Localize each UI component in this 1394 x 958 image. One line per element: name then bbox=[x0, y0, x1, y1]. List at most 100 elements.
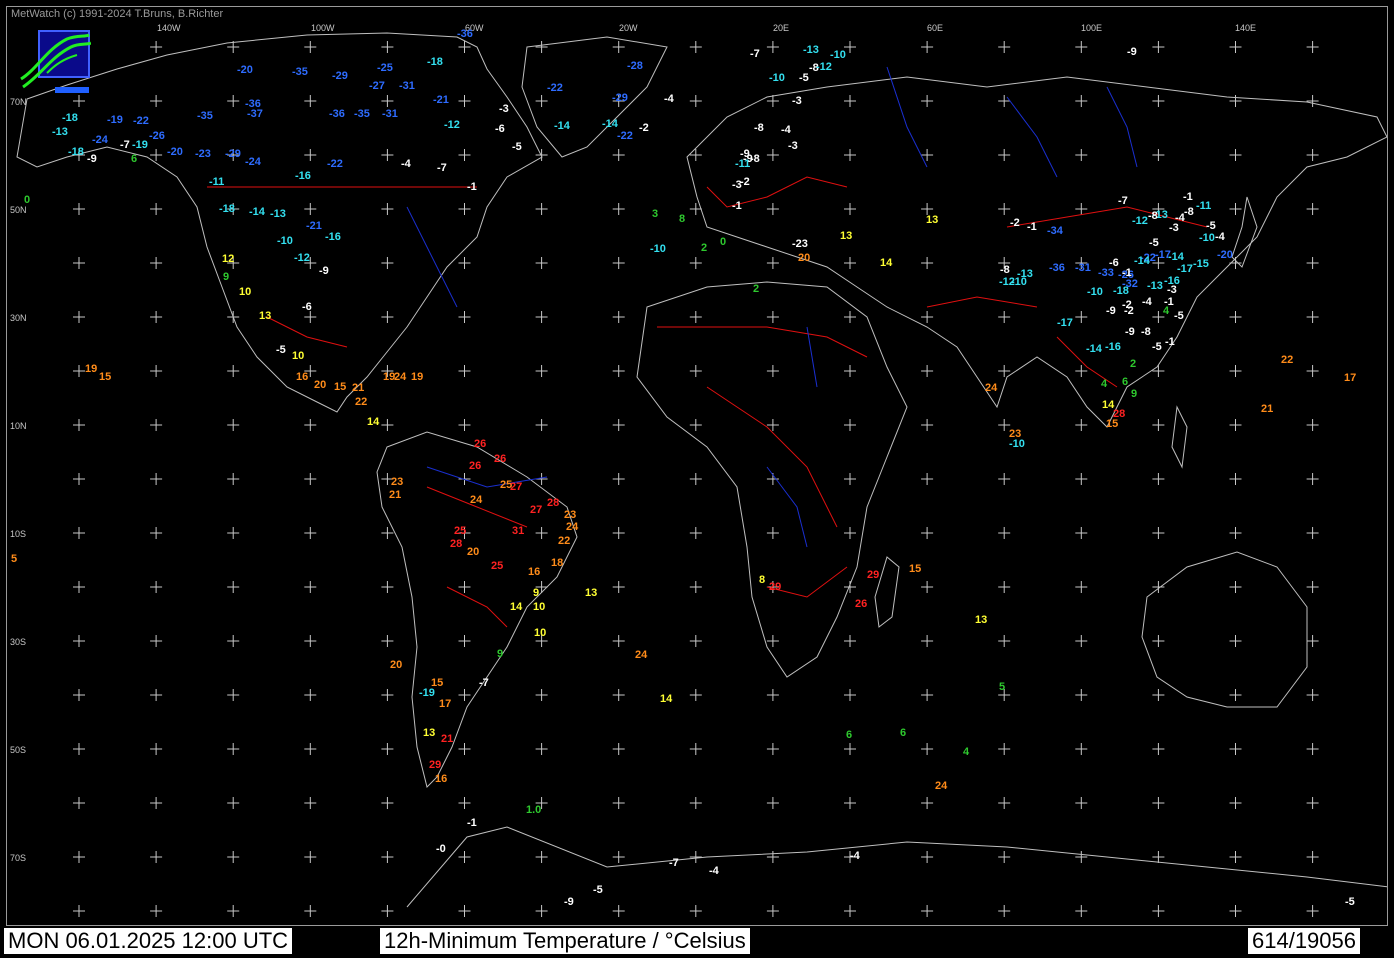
grid-cross bbox=[1306, 905, 1319, 917]
temperature-reading: -22 bbox=[617, 130, 633, 142]
grid-cross bbox=[612, 581, 625, 593]
grid-cross bbox=[150, 365, 163, 377]
grid-cross bbox=[921, 473, 934, 485]
temperature-reading: 3 bbox=[652, 208, 658, 220]
temperature-reading: -1 bbox=[467, 181, 477, 193]
grid-cross bbox=[612, 311, 625, 323]
temperature-reading: 22 bbox=[355, 396, 367, 408]
temperature-reading: 16 bbox=[435, 773, 447, 785]
temperature-reading: 27 bbox=[510, 481, 522, 493]
temperature-reading: 5 bbox=[999, 681, 1005, 693]
grid-cross bbox=[73, 797, 85, 809]
temperature-reading: -16 bbox=[295, 170, 311, 182]
grid-cross bbox=[612, 527, 625, 539]
longitude-label: 100E bbox=[1081, 23, 1102, 33]
temperature-reading: -18 bbox=[68, 146, 84, 158]
longitude-label: 100W bbox=[311, 23, 335, 33]
temperature-reading: 9 bbox=[223, 271, 229, 283]
grid-cross bbox=[612, 797, 625, 809]
grid-cross bbox=[1152, 95, 1165, 107]
temperature-reading: 14 bbox=[510, 601, 523, 613]
grid-cross bbox=[1075, 581, 1088, 593]
temperature-reading: -14 bbox=[1086, 343, 1103, 355]
grid-cross bbox=[150, 149, 163, 161]
temperature-reading: -8 bbox=[1184, 206, 1194, 218]
temperature-reading: -4 bbox=[709, 865, 720, 877]
grid-cross bbox=[612, 365, 625, 377]
grid-cross bbox=[150, 851, 163, 863]
temperature-reading: 6 bbox=[131, 153, 137, 165]
temperature-reading: -1 bbox=[467, 817, 477, 829]
temperature-reading: -3 bbox=[732, 179, 742, 191]
grid-cross bbox=[1306, 311, 1319, 323]
temperature-reading: -28 bbox=[627, 60, 643, 72]
temperature-reading: 23 bbox=[391, 476, 403, 488]
rivers bbox=[406, 66, 1138, 548]
grid-cross bbox=[766, 149, 779, 161]
grid-cross bbox=[921, 257, 934, 269]
grid-cross bbox=[844, 743, 856, 755]
grid-cross bbox=[227, 905, 240, 917]
temperature-reading: -9 bbox=[564, 896, 574, 908]
temperature-reading: -2 bbox=[1010, 217, 1020, 229]
temperature-reading: -13 bbox=[1147, 280, 1163, 292]
grid-cross bbox=[150, 311, 163, 323]
temperature-reading: -8 bbox=[754, 122, 764, 134]
grid-cross bbox=[73, 851, 85, 863]
temperature-reading: 9 bbox=[533, 587, 539, 599]
temperature-reading: 15 bbox=[1106, 418, 1118, 430]
longitude-label: 20E bbox=[773, 23, 789, 33]
temperature-reading: 24 bbox=[566, 521, 579, 533]
temperature-reading: -19 bbox=[419, 687, 435, 699]
temperature-reading: 10 bbox=[239, 286, 251, 298]
temperature-reading: 21 bbox=[1261, 403, 1273, 415]
temperature-reading: 9 bbox=[497, 648, 503, 660]
grid-cross bbox=[844, 419, 856, 431]
grid-cross bbox=[73, 689, 85, 701]
grid-cross bbox=[381, 527, 394, 539]
grid-cross bbox=[458, 257, 471, 269]
temperature-reading: 29 bbox=[429, 759, 441, 771]
temperature-reading: -4 bbox=[781, 124, 792, 136]
grid-cross bbox=[844, 365, 856, 377]
temperature-reading: -18 bbox=[62, 112, 78, 124]
grid-cross bbox=[1152, 851, 1165, 863]
grid-cross bbox=[1075, 365, 1088, 377]
grid-cross bbox=[1306, 473, 1319, 485]
temperature-reading: 25 bbox=[491, 560, 503, 572]
temperature-reading: -4 bbox=[664, 93, 675, 105]
grid-cross bbox=[150, 419, 163, 431]
temperature-reading: 14 bbox=[880, 257, 893, 269]
temperature-reading: -10 bbox=[769, 72, 785, 84]
temperature-reading: -1 bbox=[732, 200, 742, 212]
temperature-reading: -13 bbox=[270, 208, 286, 220]
grid-cross bbox=[612, 203, 625, 215]
grid-cross bbox=[73, 527, 85, 539]
grid-cross bbox=[458, 311, 471, 323]
temperature-reading: -10 bbox=[1011, 276, 1027, 288]
grid-cross bbox=[535, 851, 548, 863]
grid-cross bbox=[381, 257, 394, 269]
temperature-reading: -13 bbox=[52, 126, 68, 138]
temperature-reading: -11 bbox=[209, 176, 224, 188]
temperature-reading: -13 bbox=[803, 44, 819, 56]
temperature-reading: 20 bbox=[798, 252, 810, 264]
grid-cross bbox=[998, 635, 1011, 647]
temperature-reading: 8 bbox=[759, 574, 765, 586]
grid-cross bbox=[921, 527, 934, 539]
latitude-label: 50S bbox=[10, 745, 26, 755]
grid-cross bbox=[227, 473, 240, 485]
grid-cross bbox=[304, 41, 317, 53]
grid-cross bbox=[304, 203, 317, 215]
grid-cross bbox=[844, 797, 856, 809]
temperature-reading: -18 bbox=[1113, 285, 1129, 297]
temperature-reading: -31 bbox=[1075, 262, 1091, 274]
temperature-reading: 27 bbox=[530, 504, 542, 516]
temperature-reading: 22 bbox=[1281, 354, 1293, 366]
grid-cross bbox=[1075, 905, 1088, 917]
temperature-reading: -4 bbox=[1175, 212, 1186, 224]
temperature-reading: 14 bbox=[660, 693, 673, 705]
temperature-reading: 20 bbox=[467, 546, 479, 558]
coastlines bbox=[16, 32, 1387, 908]
temperature-reading: -29 bbox=[332, 70, 348, 82]
